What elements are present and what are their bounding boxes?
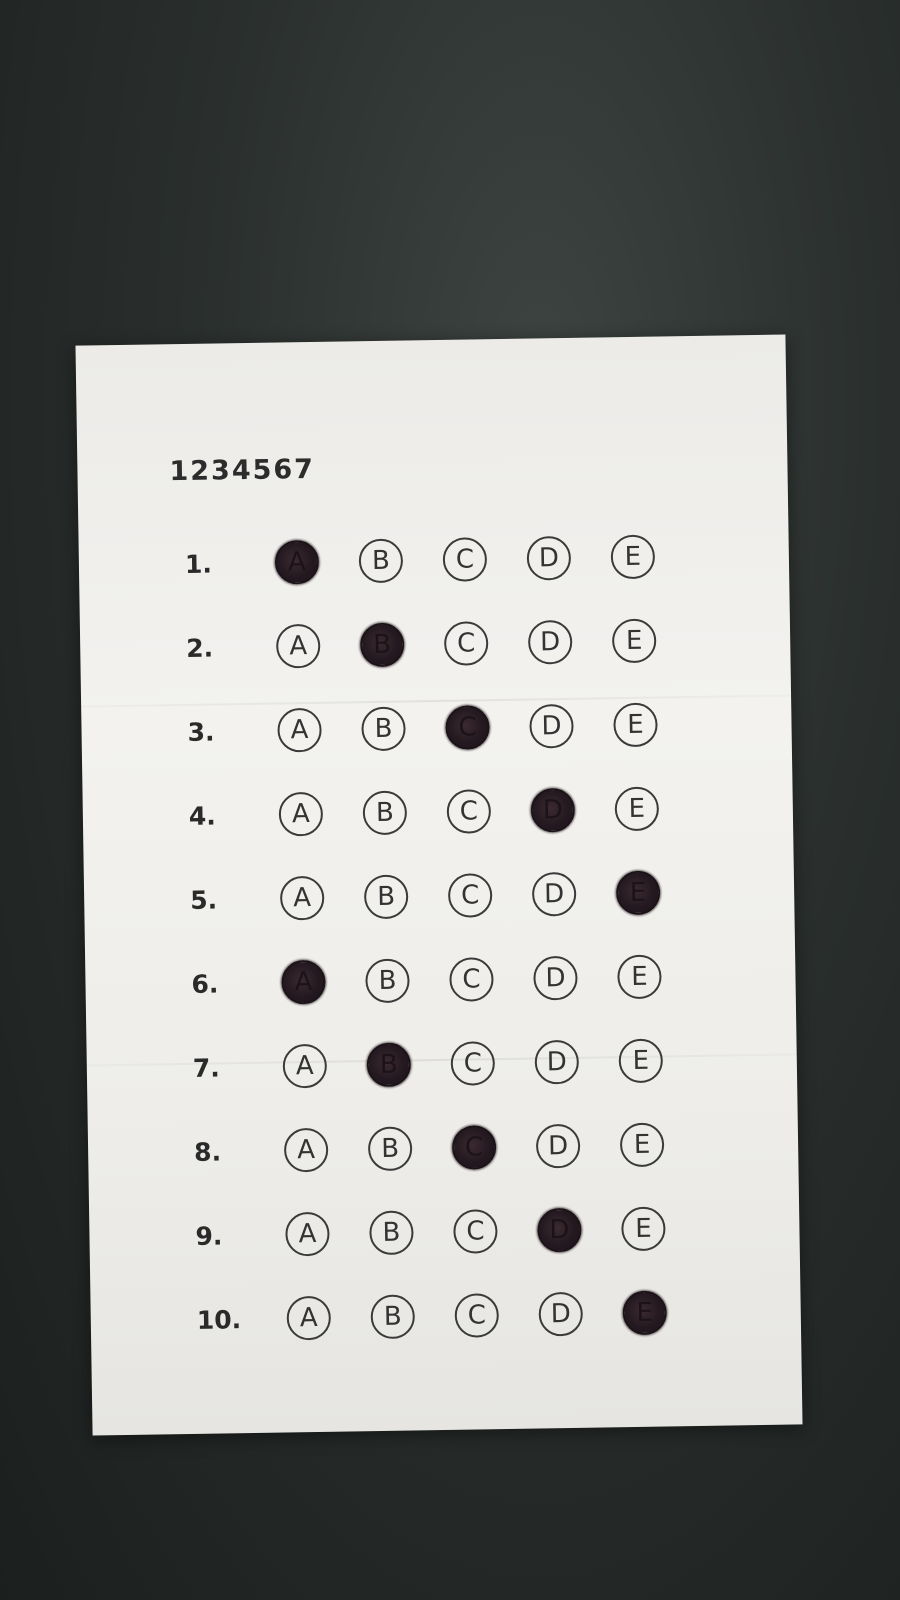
answer-bubble-d[interactable]: D — [538, 1291, 584, 1337]
question-row: 9. A B C D E — [89, 1204, 800, 1265]
answer-sheet: 1234567 1. A B C D E 2. A B C D E 3. A B C D E 4. A B C D E 5. A B… — [75, 334, 803, 1436]
answer-bubble-d-marked[interactable]: D — [537, 1207, 582, 1253]
question-number: 4. — [188, 801, 217, 831]
answer-bubble-e-marked[interactable]: E — [622, 1290, 668, 1336]
answer-bubble-e[interactable]: E — [621, 1206, 666, 1252]
answer-bubble-c[interactable]: C — [447, 873, 493, 918]
question-row: 10. A B C D E — [90, 1288, 801, 1349]
question-row: 5. A B C D E — [84, 868, 795, 929]
question-number: 1. — [184, 549, 213, 579]
question-number: 2. — [186, 633, 214, 663]
answer-bubble-d[interactable]: D — [533, 955, 578, 1001]
question-number: 10. — [196, 1305, 242, 1335]
answer-bubble-a[interactable]: A — [283, 1127, 329, 1173]
answer-bubble-b[interactable]: B — [365, 958, 410, 1004]
answer-bubble-d[interactable]: D — [526, 535, 572, 581]
answer-bubble-e[interactable]: E — [618, 1038, 664, 1084]
answer-bubble-d[interactable]: D — [534, 1039, 580, 1085]
answer-bubble-e[interactable]: E — [610, 534, 656, 580]
answer-bubble-c-marked[interactable]: C — [451, 1125, 497, 1170]
answer-bubble-c[interactable]: C — [453, 1209, 498, 1254]
sheet-code: 1234567 — [169, 453, 316, 488]
question-row: 8. A B C D E — [88, 1120, 799, 1181]
answer-bubble-e[interactable]: E — [611, 618, 657, 664]
answer-bubble-a[interactable]: A — [275, 623, 321, 669]
question-number: 9. — [195, 1221, 223, 1251]
answer-bubble-e-marked[interactable]: E — [615, 870, 661, 916]
question-number: 5. — [189, 885, 218, 915]
answer-bubble-b[interactable]: B — [369, 1210, 414, 1256]
question-number: 8. — [193, 1137, 222, 1167]
answer-bubble-a[interactable]: A — [278, 791, 324, 837]
question-number: 7. — [192, 1053, 220, 1083]
question-row: 7. A B C D E — [87, 1036, 798, 1097]
answer-bubble-a[interactable]: A — [282, 1043, 328, 1089]
answer-bubble-c[interactable]: C — [449, 957, 494, 1002]
question-row: 4. A B C D E — [83, 784, 794, 845]
answer-bubble-b[interactable]: B — [370, 1294, 416, 1340]
answer-bubble-c[interactable]: C — [454, 1293, 500, 1338]
answer-bubble-b[interactable]: B — [367, 1126, 413, 1172]
answer-bubble-b[interactable]: B — [362, 790, 408, 836]
answer-bubble-d[interactable]: D — [527, 619, 573, 665]
answer-bubble-b-marked[interactable]: B — [359, 622, 405, 668]
answer-bubble-c[interactable]: C — [442, 537, 488, 582]
answer-bubble-e[interactable]: E — [613, 702, 658, 748]
question-row: 1. A B C D E — [79, 532, 790, 593]
question-row: 6. A B C D E — [85, 952, 796, 1013]
answer-bubble-b[interactable]: B — [363, 874, 409, 920]
answer-bubble-a[interactable]: A — [277, 707, 322, 753]
question-list: 1. A B C D E 2. A B C D E 3. A B C D E 4. A B C D E 5. A B C D E 6. A B C… — [75, 334, 785, 1341]
answer-bubble-c[interactable]: C — [443, 621, 489, 666]
answer-bubble-d[interactable]: D — [535, 1123, 581, 1169]
answer-bubble-a[interactable]: A — [279, 875, 325, 921]
answer-bubble-b-marked[interactable]: B — [366, 1042, 412, 1088]
answer-bubble-e[interactable]: E — [619, 1122, 665, 1168]
answer-bubble-d[interactable]: D — [531, 871, 577, 917]
answer-bubble-d[interactable]: D — [529, 703, 574, 749]
question-row: 2. A B C D E — [80, 616, 791, 677]
answer-bubble-a-marked[interactable]: A — [281, 959, 326, 1005]
answer-bubble-e[interactable]: E — [617, 954, 662, 1000]
answer-bubble-d-marked[interactable]: D — [530, 787, 576, 833]
answer-bubble-b[interactable]: B — [361, 706, 406, 752]
question-row: 3. A B C D E — [81, 700, 792, 761]
answer-bubble-c[interactable]: C — [446, 789, 492, 834]
question-number: 6. — [191, 969, 219, 999]
answer-bubble-e[interactable]: E — [614, 786, 660, 832]
answer-bubble-a[interactable]: A — [285, 1211, 330, 1257]
answer-bubble-a[interactable]: A — [286, 1295, 332, 1341]
question-number: 3. — [187, 717, 215, 747]
answer-bubble-a-marked[interactable]: A — [274, 539, 320, 585]
answer-bubble-b[interactable]: B — [358, 538, 404, 584]
answer-bubble-c[interactable]: C — [450, 1041, 496, 1086]
answer-bubble-c-marked[interactable]: C — [445, 705, 490, 750]
